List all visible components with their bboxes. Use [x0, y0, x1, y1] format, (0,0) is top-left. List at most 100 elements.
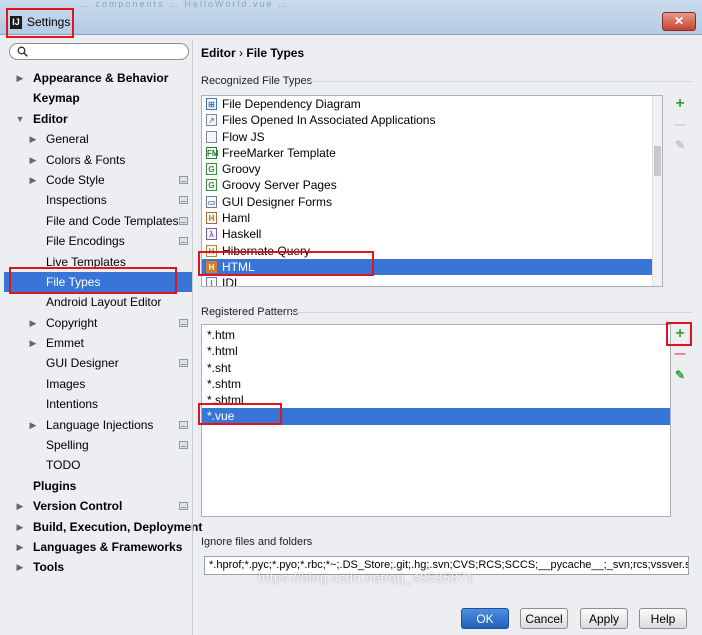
file-type-row[interactable]: H Haml [202, 210, 662, 226]
file-type-row[interactable]: FM FreeMarker Template [202, 145, 662, 161]
tree-item-appearance-behavior[interactable]: ▶ Appearance & Behavior [4, 68, 192, 88]
tree-item-gui-designer[interactable]: GUI Designer [4, 353, 192, 373]
collapsed-arrow-icon[interactable]: ▶ [15, 537, 25, 557]
idl-icon: I [206, 277, 217, 286]
tree-item-languages-frameworks[interactable]: ▶ Languages & Frameworks [4, 537, 192, 557]
expanded-arrow-icon[interactable]: ▼ [15, 109, 25, 129]
intellij-app-icon: IJ [10, 16, 22, 29]
tree-item-images[interactable]: Images [4, 374, 192, 394]
tree-item-file-types[interactable]: File Types [4, 271, 192, 293]
file-type-label: IDL [222, 276, 241, 287]
file-type-row[interactable]: G Groovy Server Pages [202, 177, 662, 193]
collapsed-arrow-icon[interactable]: ▶ [15, 557, 25, 577]
help-button[interactable]: Help [639, 608, 687, 629]
file-type-row[interactable]: H HTML [202, 258, 662, 276]
tree-item-copyright[interactable]: ▶ Copyright [4, 313, 192, 333]
search-input[interactable] [32, 45, 182, 58]
file-type-row[interactable]: ↗ Files Opened In Associated Applications [202, 112, 662, 128]
recognized-file-types-list[interactable]: ⊞ File Dependency Diagram ↗ Files Opened In… [201, 95, 663, 287]
tree-item-file-and-code-templates[interactable]: File and Code Templates [4, 211, 192, 231]
tree-item-label: Intentions [46, 397, 99, 412]
collapsed-arrow-icon[interactable]: ▶ [28, 129, 38, 149]
cancel-button[interactable]: Cancel [520, 608, 568, 629]
pattern-row[interactable]: *.shtm [202, 376, 670, 392]
project-settings-icon [179, 237, 188, 246]
apply-button[interactable]: Apply [580, 608, 628, 629]
tree-item-keymap[interactable]: Keymap [4, 88, 192, 108]
tree-item-label: File and Code Templates [46, 213, 179, 228]
remove-icon: — [674, 348, 686, 360]
tree-item-label: File Encodings [46, 234, 125, 249]
file-type-row[interactable]: H Hibernate Query [202, 243, 662, 259]
close-button[interactable]: ✕ [662, 12, 696, 31]
file-type-row[interactable]: I IDL [202, 275, 662, 287]
collapsed-arrow-icon[interactable]: ▶ [28, 170, 38, 190]
file-type-row[interactable]: ⊞ File Dependency Diagram [202, 96, 662, 112]
tree-item-spelling[interactable]: Spelling [4, 435, 192, 455]
tree-item-version-control[interactable]: ▶ Version Control [4, 496, 192, 516]
tree-item-label: Editor [33, 111, 68, 126]
remove-pattern-button[interactable]: — [673, 347, 687, 361]
project-settings-icon [179, 196, 188, 205]
dialog-title: Settings [27, 15, 71, 29]
tree-item-build-execution-deployment[interactable]: ▶ Build, Execution, Deployment [4, 517, 203, 537]
file-type-row[interactable]: G Groovy [202, 161, 662, 177]
file-type-label: Haskell [222, 227, 262, 242]
tree-item-file-encodings[interactable]: File Encodings [4, 231, 192, 251]
tree-item-label: Code Style [46, 172, 105, 187]
settings-tree-panel: ▶ Appearance & Behavior Keymap ▼ Editor ▶ Gene… [4, 40, 203, 628]
registered-patterns-list[interactable]: *.htm *.html *.sht *.shtm *.shtml *.vue [201, 324, 671, 517]
tree-item-plugins[interactable]: Plugins [4, 476, 192, 496]
tree-item-emmet[interactable]: ▶ Emmet [4, 333, 192, 353]
pattern-row[interactable]: *.html [202, 343, 670, 359]
edit-file-type-button[interactable]: ✎ [673, 138, 687, 152]
file-type-row[interactable]: ▭ GUI Designer Forms [202, 194, 662, 210]
file-types-scrollbar[interactable] [652, 96, 662, 286]
collapsed-arrow-icon[interactable]: ▶ [28, 150, 38, 170]
tree-item-todo[interactable]: TODO [4, 455, 192, 475]
tree-item-code-style[interactable]: ▶ Code Style [4, 170, 192, 190]
section-divider [303, 81, 693, 82]
tree-item-editor[interactable]: ▼ Editor [4, 109, 192, 129]
file-type-row[interactable]: λ Haskell [202, 226, 662, 242]
tree-item-android-layout-editor[interactable]: Android Layout Editor [4, 292, 192, 312]
collapsed-arrow-icon[interactable]: ▶ [28, 313, 38, 333]
ok-button[interactable]: OK [461, 608, 509, 629]
tree-item-general[interactable]: ▶ General [4, 129, 192, 149]
pattern-row[interactable]: *.shtml [202, 392, 670, 408]
collapsed-arrow-icon[interactable]: ▶ [28, 333, 38, 353]
tree-item-label: GUI Designer [46, 356, 119, 371]
background-editor-tabs: … components … HelloWorld.vue … [80, 0, 289, 8]
add-pattern-button[interactable]: + [673, 326, 687, 342]
tree-item-inspections[interactable]: Inspections [4, 190, 192, 210]
settings-search[interactable] [9, 43, 189, 60]
tree-item-colors-fonts[interactable]: ▶ Colors & Fonts [4, 150, 192, 170]
collapsed-arrow-icon[interactable]: ▶ [15, 496, 25, 516]
tree-item-language-injections[interactable]: ▶ Language Injections [4, 415, 192, 435]
tree-item-live-templates[interactable]: Live Templates [4, 252, 192, 272]
scroll-thumb[interactable] [654, 146, 661, 176]
project-settings-icon [179, 216, 188, 225]
pattern-row[interactable]: *.htm [202, 327, 670, 343]
file-type-label: FreeMarker Template [222, 145, 336, 160]
tree-item-label: Spelling [46, 438, 89, 453]
tree-item-label: Live Templates [46, 254, 126, 269]
collapsed-arrow-icon[interactable]: ▶ [15, 68, 25, 88]
collapsed-arrow-icon[interactable]: ▶ [28, 415, 38, 435]
tree-item-tools[interactable]: ▶ Tools [4, 557, 192, 577]
title-bar[interactable]: … components … HelloWorld.vue … IJ Setti… [0, 0, 702, 35]
tree-item-label: Keymap [33, 91, 80, 106]
remove-file-type-button[interactable]: — [673, 118, 687, 132]
pattern-row[interactable]: *.sht [202, 360, 670, 376]
collapsed-arrow-icon[interactable]: ▶ [15, 517, 25, 537]
file-type-row[interactable]: Flow JS [202, 129, 662, 145]
file-types-panel: Editor › File Types Recognized File Type… [192, 40, 702, 635]
add-file-type-button[interactable]: + [673, 96, 687, 112]
tree-item-intentions[interactable]: Intentions [4, 394, 192, 414]
edit-pattern-button[interactable]: ✎ [673, 368, 687, 382]
file-type-label: Hibernate Query [222, 243, 311, 258]
freemarker-icon: FM [206, 146, 219, 159]
tree-item-label: Inspections [46, 193, 107, 208]
file-type-label: Groovy Server Pages [222, 178, 337, 193]
pattern-row[interactable]: *.vue [202, 408, 670, 425]
